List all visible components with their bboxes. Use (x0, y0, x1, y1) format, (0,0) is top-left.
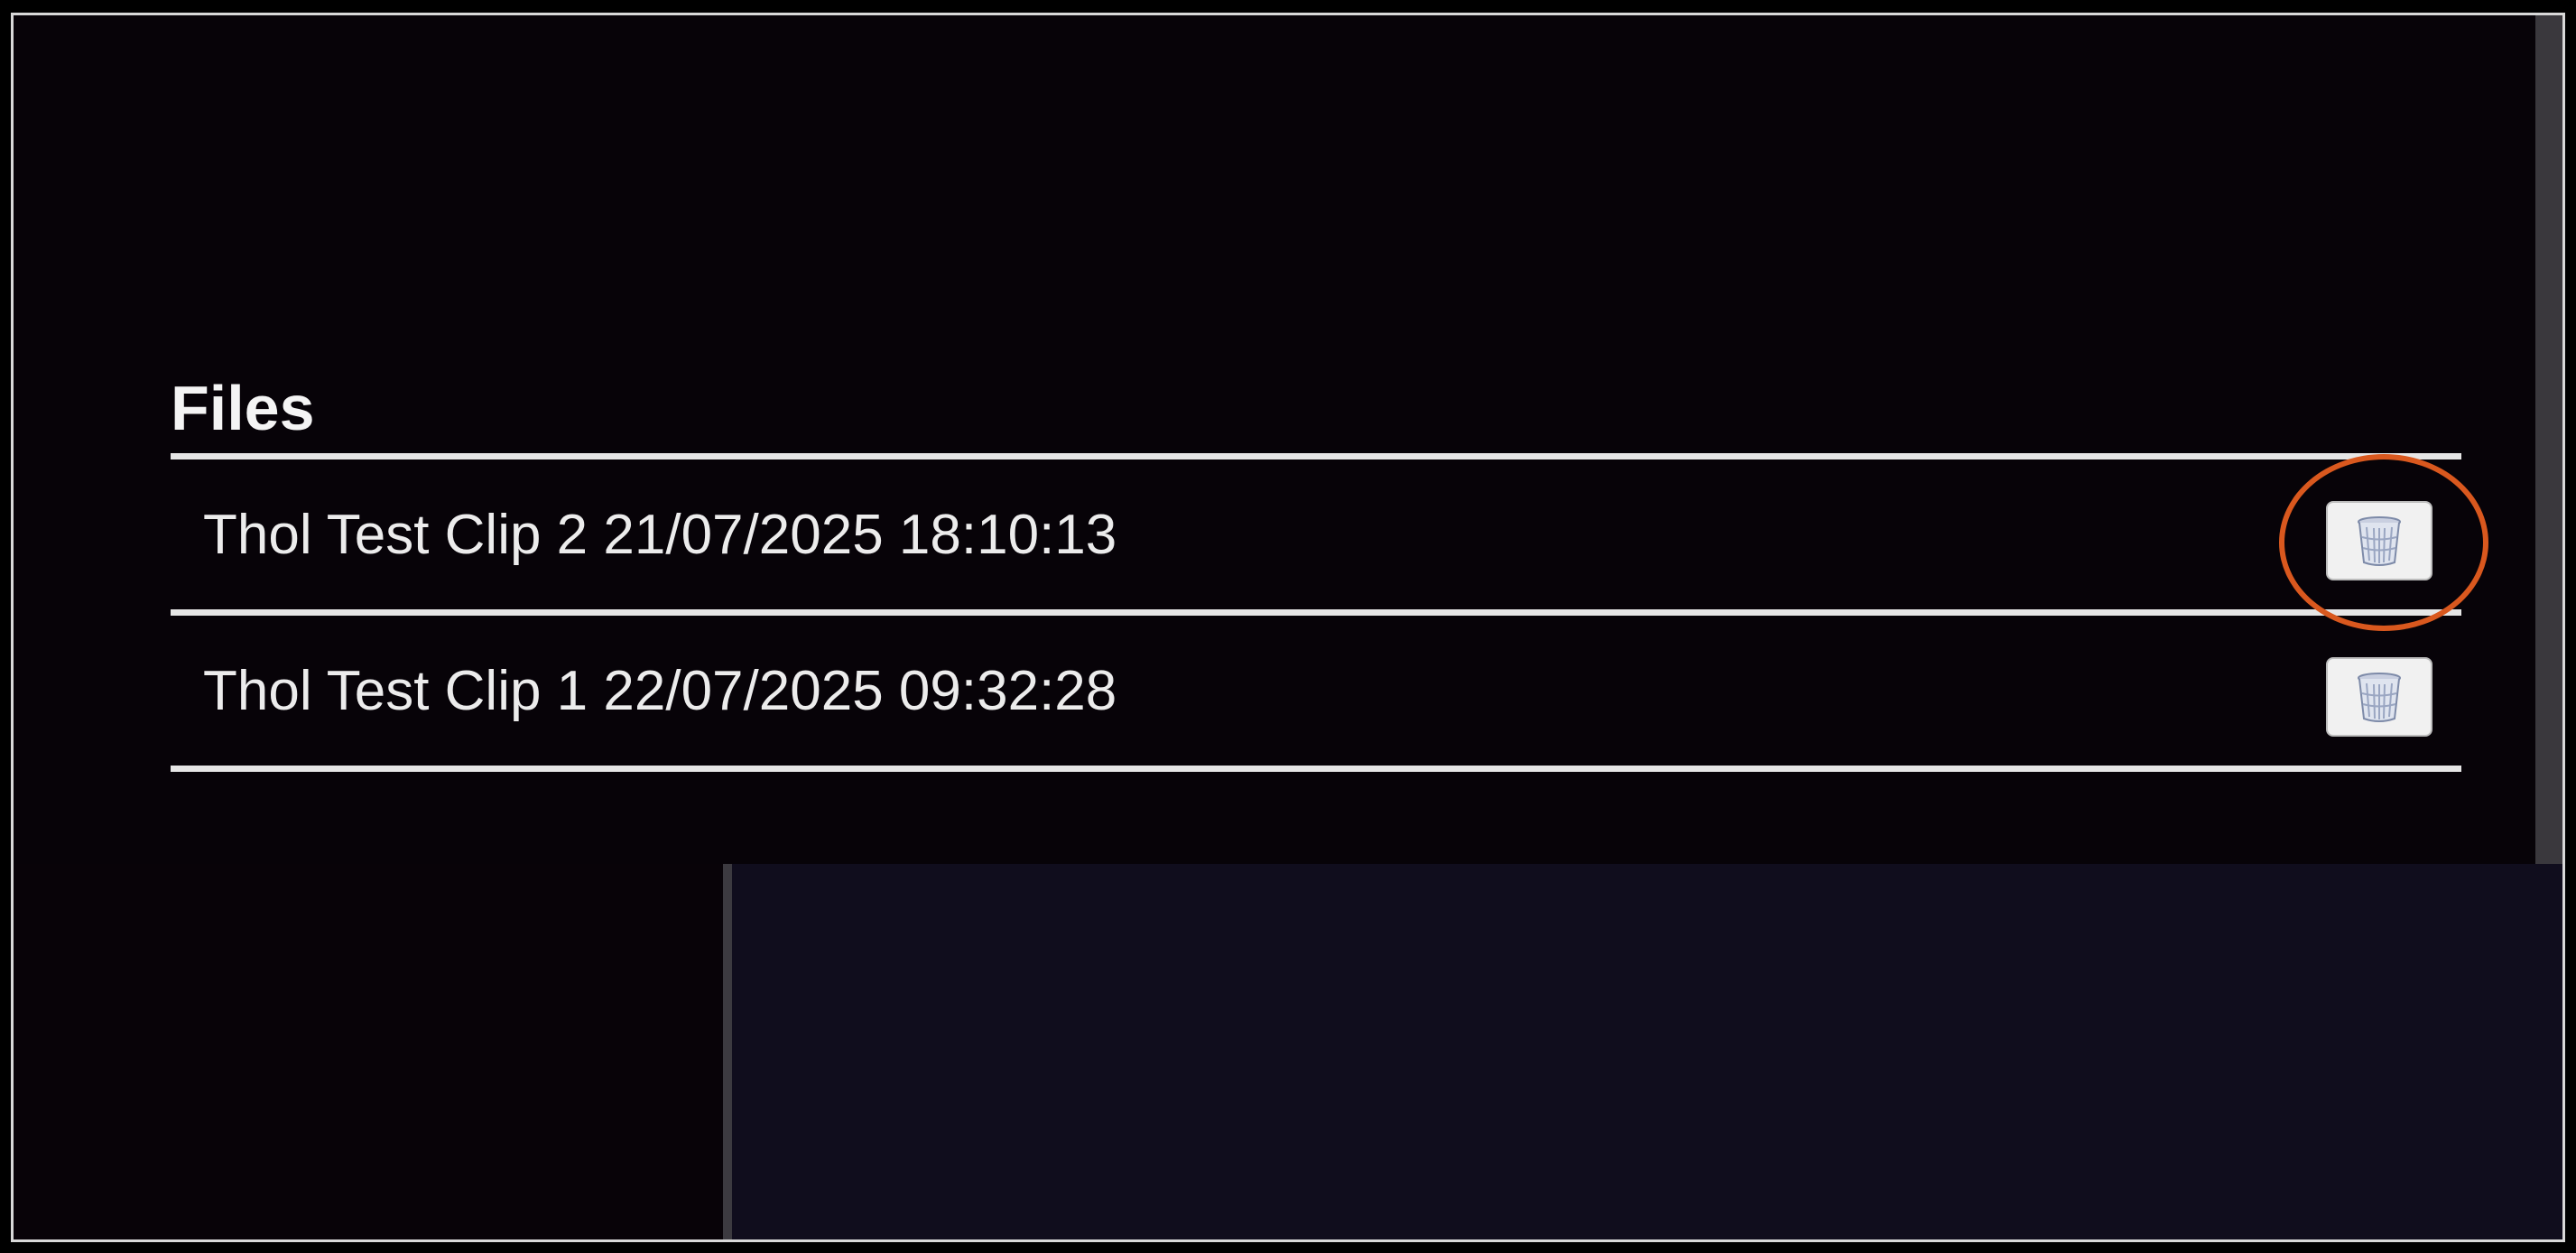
app-window: Files Thol Test Clip 2 21/07/2025 18:10:… (11, 13, 2565, 1242)
delete-button[interactable] (2326, 501, 2432, 580)
file-label: Thol Test Clip 1 22/07/2025 09:32:28 (203, 659, 1117, 722)
scrollbar[interactable] (2535, 15, 2562, 864)
files-heading: Files (171, 373, 315, 443)
trash-icon (2358, 516, 2401, 566)
file-row: Thol Test Clip 2 21/07/2025 18:10:13 (171, 454, 2488, 631)
bottom-left-panel (14, 864, 723, 1239)
divider (171, 453, 2461, 459)
trash-icon (2358, 673, 2401, 722)
delete-button[interactable] (2326, 657, 2432, 737)
divider (171, 609, 2461, 616)
panel-resize-handle[interactable] (723, 864, 732, 1239)
divider (171, 766, 2461, 772)
file-label: Thol Test Clip 2 21/07/2025 18:10:13 (203, 503, 1117, 566)
file-row: Thol Test Clip 1 22/07/2025 09:32:28 (171, 616, 2461, 766)
files-panel: Files Thol Test Clip 2 21/07/2025 18:10:… (14, 15, 2535, 864)
bottom-right-panel (732, 864, 2562, 1239)
files-section: Files Thol Test Clip 2 21/07/2025 18:10:… (171, 363, 2488, 772)
